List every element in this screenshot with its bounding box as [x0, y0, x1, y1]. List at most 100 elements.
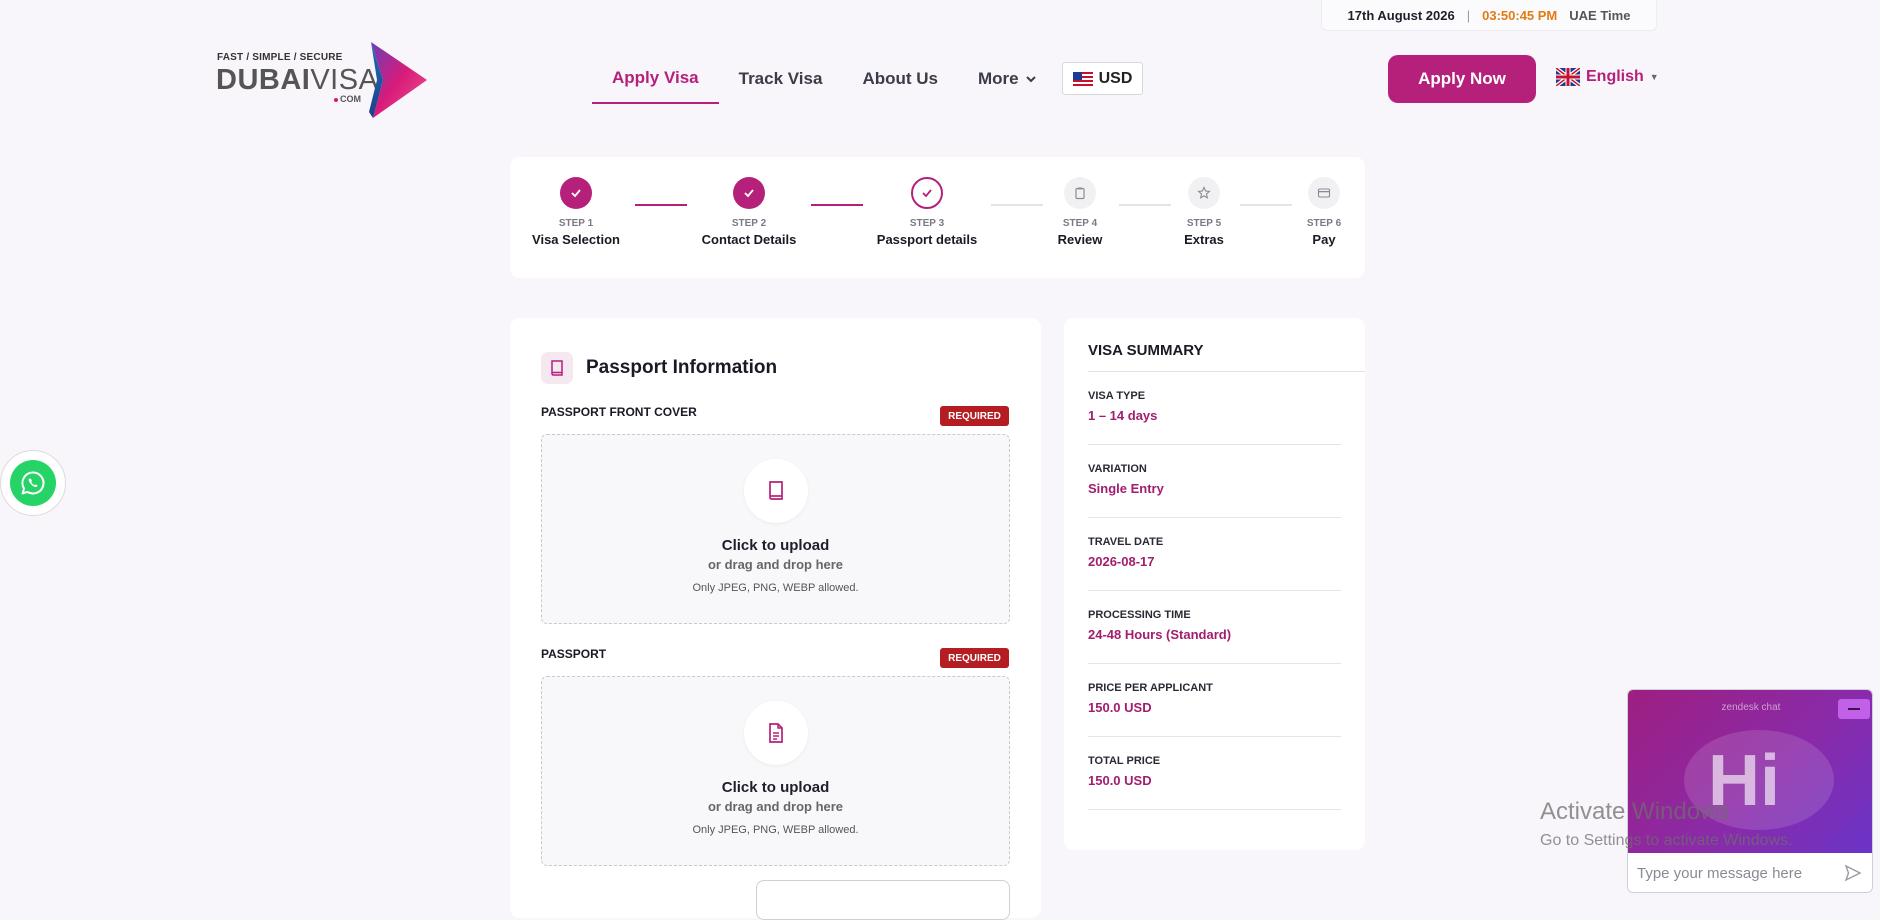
whatsapp-icon	[10, 460, 56, 506]
summary-title: VISA SUMMARY	[1088, 342, 1204, 359]
current-date: 17th August 2026	[1347, 7, 1455, 23]
step-name: Pay	[1312, 232, 1336, 247]
chevron-down-icon	[1025, 76, 1036, 83]
drag-hint: or drag and drop here	[707, 799, 844, 814]
step-circle	[911, 177, 943, 209]
current-time: 03:50:45 PM	[1482, 7, 1558, 23]
step-name: Extras	[1184, 232, 1224, 247]
step-circle	[733, 177, 765, 209]
watermark-line1: Activate Windows	[1540, 798, 1730, 825]
watermark-line2: Go to Settings to activate Windows.	[1540, 832, 1793, 849]
summary-row-total-price: TOTAL PRICE 150.0 USD	[1088, 737, 1341, 810]
check-icon	[744, 189, 754, 198]
step-name: Contact Details	[701, 232, 797, 247]
time-separator: |	[1466, 7, 1471, 23]
summary-value: 1 – 14 days	[1088, 408, 1158, 423]
windows-watermark: Activate Windows Go to Settings to activ…	[1540, 798, 1793, 850]
site-logo[interactable]: FAST / SIMPLE / SECURE DUBAIVISA COM	[216, 42, 430, 118]
step-number: STEP 6	[1306, 218, 1342, 229]
step-visa-selection[interactable]: STEP 1 Visa Selection	[511, 177, 641, 247]
logo-tagline: FAST / SIMPLE / SECURE	[217, 52, 343, 63]
summary-label: VISA TYPE	[1088, 390, 1146, 402]
chat-message-input[interactable]: Type your message here	[1628, 853, 1872, 892]
summary-label: TRAVEL DATE	[1088, 536, 1164, 548]
summary-value: 150.0 USD	[1088, 700, 1152, 715]
allowed-formats: Only JPEG, PNG, WEBP allowed.	[692, 824, 859, 836]
step-circle	[1064, 177, 1096, 209]
step-number: STEP 4	[1062, 218, 1098, 229]
passport-dropzone[interactable]: Click to upload or drag and drop here On…	[541, 676, 1010, 866]
apply-now-button[interactable]: Apply Now	[1388, 55, 1536, 103]
step-name: Visa Selection	[532, 232, 620, 247]
front-cover-label: PASSPORT FRONT COVER	[541, 405, 697, 419]
step-circle	[560, 177, 592, 209]
nav-about-us[interactable]: About Us	[842, 59, 958, 103]
chat-label: zendesk chat	[1721, 702, 1781, 713]
time-zone: UAE Time	[1569, 7, 1631, 23]
summary-row-processing-time: PROCESSING TIME 24-48 Hours (Standard)	[1088, 591, 1341, 664]
logo-brand: DUBAIVISA	[216, 64, 379, 96]
currency-label: USD	[1098, 69, 1133, 87]
step-number: STEP 3	[909, 218, 945, 229]
summary-row-visa-type: VISA TYPE 1 – 14 days	[1088, 372, 1341, 445]
summary-value: 24-48 Hours (Standard)	[1088, 627, 1232, 642]
summary-row-travel-date: TRAVEL DATE 2026-08-17	[1088, 518, 1341, 591]
nav-more-label: More	[978, 69, 1019, 88]
required-badge: REQUIRED	[940, 406, 1009, 426]
check-icon	[922, 189, 932, 198]
uk-flag-icon	[1556, 68, 1580, 86]
nav-more[interactable]: More	[958, 59, 1057, 103]
upload-prompt: Click to upload	[721, 779, 830, 796]
us-flag-icon	[1072, 71, 1093, 86]
form-action-button[interactable]	[756, 880, 1010, 920]
step-name: Review	[1057, 232, 1103, 247]
book-icon	[743, 459, 808, 523]
visa-summary-card: VISA SUMMARY VISA TYPE 1 – 14 days VARIA…	[1064, 318, 1365, 850]
summary-label: PROCESSING TIME	[1088, 609, 1191, 621]
summary-label: VARIATION	[1088, 463, 1147, 475]
step-connector	[635, 204, 687, 206]
summary-label: TOTAL PRICE	[1088, 755, 1161, 767]
logo-suffix: COM	[334, 94, 361, 104]
zendesk-chat-widget[interactable]: zendesk chat Hi Type your message here	[1627, 689, 1873, 893]
step-review[interactable]: STEP 4 Review	[1015, 177, 1145, 247]
step-circle	[1308, 177, 1340, 209]
logo-play-icon	[369, 42, 427, 118]
currency-selector[interactable]: USD	[1062, 62, 1143, 95]
step-contact-details[interactable]: STEP 2 Contact Details	[684, 177, 814, 247]
allowed-formats: Only JPEG, PNG, WEBP allowed.	[692, 582, 859, 594]
nav-track-visa[interactable]: Track Visa	[719, 59, 843, 103]
star-icon	[1197, 186, 1211, 199]
step-number: STEP 2	[731, 218, 767, 229]
step-connector	[811, 204, 863, 206]
minus-icon	[1848, 708, 1860, 710]
step-extras[interactable]: STEP 5 Extras	[1139, 177, 1269, 247]
send-icon[interactable]	[1844, 864, 1862, 882]
progress-stepper: STEP 1 Visa Selection STEP 2 Contact Det…	[510, 157, 1365, 278]
passport-label: PASSPORT	[541, 647, 607, 661]
summary-row-price-per-applicant: PRICE PER APPLICANT 150.0 USD	[1088, 664, 1341, 737]
step-circle	[1188, 177, 1220, 209]
time-bar: 17th August 2026 | 03:50:45 PM UAE Time	[1321, 0, 1657, 31]
card-icon	[1317, 188, 1331, 198]
check-icon	[571, 189, 581, 198]
language-label: English	[1586, 68, 1644, 85]
minimize-button[interactable]	[1838, 699, 1870, 719]
clipboard-icon	[1075, 187, 1085, 200]
required-badge: REQUIRED	[940, 648, 1009, 668]
passport-header: Passport Information	[541, 352, 777, 384]
language-selector[interactable]: English ▼	[1556, 68, 1659, 86]
summary-label: PRICE PER APPLICANT	[1088, 682, 1213, 694]
summary-value: Single Entry	[1088, 481, 1164, 496]
main-nav: Apply Visa Track Visa About Us More	[592, 58, 1057, 104]
caret-down-icon: ▼	[1649, 72, 1659, 82]
passport-information-card: Passport Information PASSPORT FRONT COVE…	[510, 318, 1041, 920]
nav-apply-visa[interactable]: Apply Visa	[592, 58, 719, 104]
step-number: STEP 5	[1186, 218, 1222, 229]
whatsapp-button[interactable]	[0, 450, 66, 516]
summary-value: 150.0 USD	[1088, 773, 1152, 788]
drag-hint: or drag and drop here	[707, 557, 844, 572]
step-pay[interactable]: STEP 6 Pay	[1259, 177, 1389, 247]
front-cover-dropzone[interactable]: Click to upload or drag and drop here On…	[541, 434, 1010, 624]
step-passport-details[interactable]: STEP 3 Passport details	[862, 177, 992, 247]
